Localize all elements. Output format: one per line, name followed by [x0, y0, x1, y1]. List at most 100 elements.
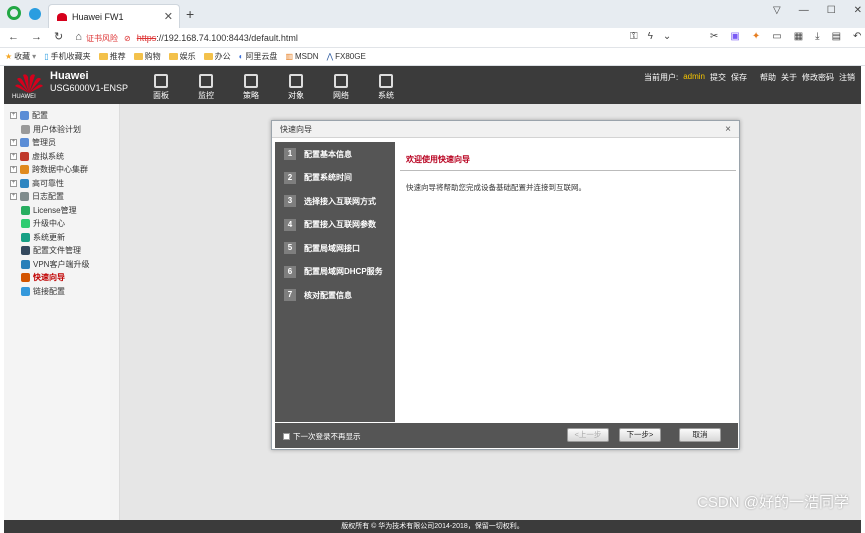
tab-close-icon[interactable]: ✕ [164, 10, 173, 23]
home-icon[interactable]: ⌂ [75, 31, 82, 43]
key-icon[interactable]: ⚿ [630, 31, 638, 42]
nav-policy[interactable]: 策略 [234, 71, 268, 101]
bookmark-office[interactable]: 办公 [203, 51, 231, 62]
sidebar-item-label: 链接配置 [33, 286, 65, 296]
expand-toggle-icon[interactable]: + [10, 152, 17, 160]
close-window-button[interactable]: ✕ [854, 5, 862, 16]
scissors-icon[interactable]: ✂ [710, 31, 718, 42]
bookmark-entertainment[interactable]: 娱乐 [168, 51, 196, 62]
help-link[interactable]: 帮助 [760, 72, 776, 83]
bookmark-msdn[interactable]: ▥ MSDN [285, 52, 318, 61]
address-bar: ← → ↻ ⌂ 证书风险 ⊘ https://192.168.74.100:84… [0, 28, 865, 48]
undo-icon[interactable]: ↶ [853, 31, 861, 42]
url-https: https [136, 33, 157, 43]
sidebar-item[interactable]: + 虚拟系统 [10, 150, 64, 163]
sidebar-item[interactable]: 用户体验计划 [21, 123, 81, 136]
no-show-label: 下一次登录不再显示 [293, 432, 361, 441]
nav-network[interactable]: 网络 [324, 71, 358, 101]
step-number: 5 [284, 242, 296, 254]
dialog-close-icon[interactable]: × [725, 121, 731, 138]
app-header: HUAWEI Huawei USG6000V1-ENSP 面板 监控 策略 对象… [4, 66, 861, 104]
bookmark-recommend[interactable]: 推荐 [98, 51, 126, 62]
expand-toggle-icon[interactable]: + [10, 139, 17, 146]
nav-buttons: ← → ↻ ⌂ [8, 31, 82, 43]
apps-icon[interactable]: ▦ [794, 31, 803, 42]
folder-icon [203, 53, 213, 60]
sidebar-item[interactable]: VPN客户端升级 [21, 258, 89, 271]
sidebar-item[interactable]: 系统更新 [21, 231, 65, 244]
folder-icon [168, 53, 178, 60]
huawei-favicon-icon [57, 12, 67, 21]
sidebar-item[interactable]: + 跨数据中心集群 [10, 163, 88, 176]
game-icon[interactable]: ✦ [752, 31, 760, 42]
expand-toggle-icon[interactable]: + [10, 166, 17, 173]
extension-icon[interactable]: ▣ [730, 31, 739, 42]
sidebar-item[interactable]: + 日志配置 [10, 190, 64, 203]
no-show-checkbox-label[interactable]: 下一次登录不再显示 [283, 431, 361, 442]
bookmark-fx80ge[interactable]: ⋀ FX80GE [327, 52, 366, 61]
telegram-icon[interactable] [29, 8, 41, 20]
nav-dashboard[interactable]: 面板 [144, 71, 178, 101]
bookmark-shopping[interactable]: 购物 [133, 51, 161, 62]
sidebar-item[interactable]: License管理 [21, 204, 77, 217]
url-rest: ://192.168.74.100:8443/default.html [156, 33, 298, 43]
sidebar-item-label: 配置文件管理 [33, 246, 81, 255]
sidebar-item[interactable]: 升级中心 [21, 217, 65, 230]
sidebar-item-icon [21, 124, 30, 134]
current-user: admin [683, 72, 705, 81]
sidebar-item[interactable]: 链接配置 [21, 285, 65, 298]
cancel-button[interactable]: 取消 [679, 428, 721, 442]
prev-step-button[interactable]: <上一步 [567, 428, 609, 442]
monitor-icon [199, 74, 213, 88]
back-arrow-icon[interactable]: ← [8, 31, 19, 43]
url-text[interactable]: https://192.168.74.100:8443/default.html [137, 33, 298, 43]
insecure-lock-icon: ⊘ [124, 33, 131, 43]
browser-tab[interactable]: Huawei FW1 ✕ [48, 4, 180, 28]
nav-object[interactable]: 对象 [279, 71, 313, 101]
sidebar-item[interactable]: + 管理员 [10, 136, 56, 149]
bookmark-aliyun[interactable]: ◐ 阿里云盘 [239, 51, 278, 62]
window-icon[interactable]: ▭ [772, 31, 781, 42]
sidebar-item[interactable]: + 配置 [10, 109, 48, 122]
maximize-button[interactable]: ☐ [827, 5, 836, 16]
download-icon[interactable]: ⤓ [815, 31, 819, 42]
dropdown-icon[interactable]: ⌄ [663, 31, 671, 42]
step-label: 核对配置信息 [304, 290, 352, 300]
nav-system[interactable]: 系统 [369, 71, 403, 101]
logout-link[interactable]: 注销 [839, 72, 855, 83]
star-icon: ★ [5, 52, 13, 61]
save-link[interactable]: 保存 [731, 72, 747, 83]
tab-title: Huawei FW1 [72, 11, 124, 22]
expand-toggle-icon[interactable]: + [10, 193, 17, 200]
sidebar-item[interactable]: + 高可靠性 [10, 177, 64, 190]
forward-arrow-icon[interactable]: → [31, 31, 42, 43]
submit-link[interactable]: 提交 [710, 72, 726, 83]
bookmark-phone[interactable]: ▯ 手机收藏夹 [44, 51, 90, 62]
wizard-step: 3 选择接入互联网方式 [284, 195, 376, 207]
expand-toggle-icon[interactable]: + [10, 112, 17, 119]
shirt-icon[interactable]: ▽ [773, 5, 781, 16]
cloud-icon: ◐ [238, 52, 244, 61]
sidebar-item[interactable]: 快速向导 [21, 271, 65, 284]
url-box[interactable]: 证书风险 ⊘ https://192.168.74.100:8443/defau… [86, 30, 698, 46]
no-show-checkbox[interactable] [283, 433, 290, 440]
about-link[interactable]: 关于 [781, 72, 797, 83]
user-bar: 当前用户: admin 提交 保存 帮助 关于 修改密码 注销 [644, 72, 855, 83]
lightning-icon[interactable]: ϟ [648, 31, 653, 42]
grid-icon[interactable]: ▤ [832, 31, 841, 42]
minimize-button[interactable]: — [799, 5, 809, 16]
sidebar-item-icon [20, 151, 29, 161]
nav-monitor[interactable]: 监控 [189, 71, 223, 101]
security-warning-badge[interactable]: 证书风险 [86, 33, 118, 44]
bookmark-favorites[interactable]: ★ 收藏 ▾ [5, 51, 36, 62]
wizard-description: 快速向导将帮助您完成设备基础配置并连接到互联网。 [406, 183, 586, 192]
next-step-button[interactable]: 下一步> [619, 428, 661, 442]
sidebar-item-label: 管理员 [32, 138, 56, 147]
new-tab-button[interactable]: + [186, 6, 194, 22]
dialog-title: 快速向导 [280, 125, 312, 134]
reload-icon[interactable]: ↻ [54, 31, 63, 43]
change-password-link[interactable]: 修改密码 [802, 72, 834, 83]
system-icon [379, 74, 393, 88]
sidebar-item[interactable]: 配置文件管理 [21, 244, 81, 257]
expand-toggle-icon[interactable]: + [10, 179, 17, 187]
